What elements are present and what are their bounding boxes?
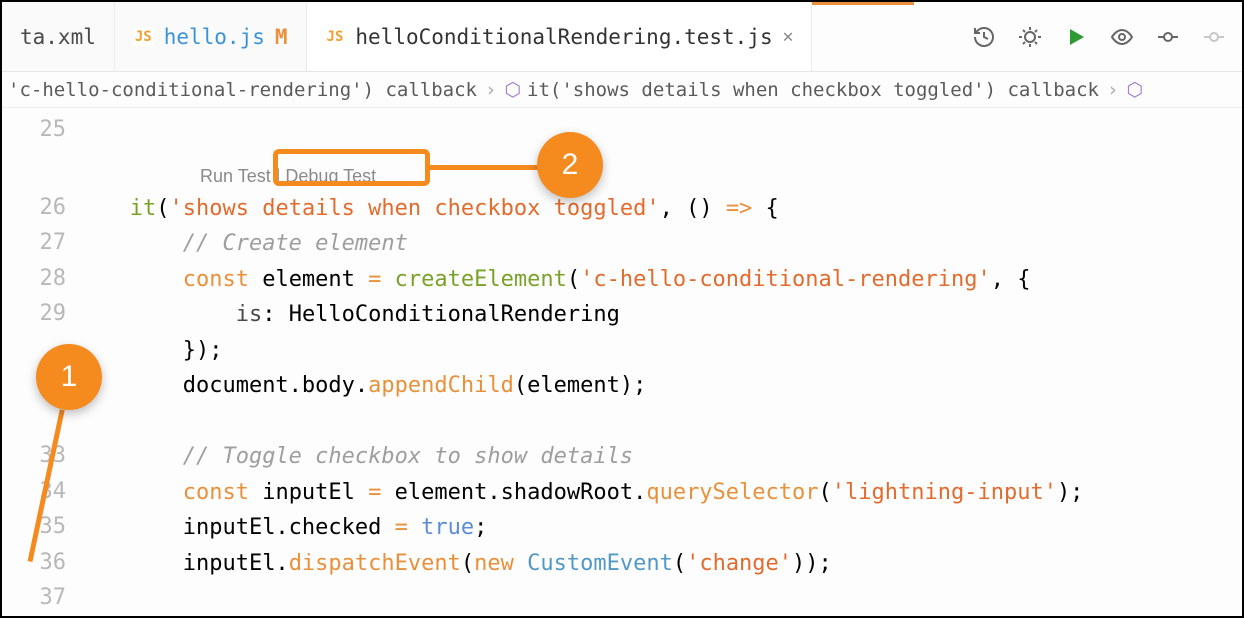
line-number: 29 (2, 296, 90, 332)
line-number: 35 (2, 509, 90, 545)
breadcrumb[interactable]: 'c-hello-conditional-rendering') callbac… (2, 72, 1242, 108)
symbol-icon: ⬡ (504, 79, 521, 101)
line-number: 33 (2, 438, 90, 474)
watch-icon[interactable] (1110, 25, 1134, 49)
modified-badge: M (275, 25, 288, 49)
editor-toolbar (956, 2, 1242, 71)
line-number: 28 (2, 261, 90, 297)
annotation-callout-2: 2 (537, 132, 603, 198)
line-number: 27 (2, 225, 90, 261)
commit-icon[interactable] (1156, 25, 1180, 49)
tab-hello-js[interactable]: JS hello.js M (115, 2, 307, 71)
tab-test-js[interactable]: JS helloConditionalRendering.test.js ✕ (307, 2, 813, 71)
line-number: 37 (2, 580, 90, 616)
editor-tabs: ta.xml JS hello.js M JS helloConditional… (2, 2, 1242, 72)
tab-label: helloConditionalRendering.test.js (355, 25, 772, 49)
js-file-icon: JS (133, 28, 154, 46)
code-editor[interactable]: 25 26 27 28 29 33 34 35 36 37 Run Test |… (2, 108, 1242, 617)
tab-label: hello.js (164, 25, 265, 49)
line-number: 26 (2, 190, 90, 226)
close-icon[interactable]: ✕ (783, 26, 794, 47)
breadcrumb-part[interactable]: 'c-hello-conditional-rendering') callbac… (8, 79, 477, 101)
line-number: 36 (2, 545, 90, 581)
run-test-action[interactable]: Run Test (200, 166, 271, 186)
line-number: 25 (2, 112, 90, 148)
run-icon[interactable] (1064, 25, 1088, 49)
commit-disabled-icon (1202, 25, 1226, 49)
chevron-right-icon: › (1107, 79, 1118, 101)
tab-ta-xml[interactable]: ta.xml (2, 2, 115, 71)
tab-label: ta.xml (20, 25, 96, 49)
debug-icon[interactable] (1018, 25, 1042, 49)
breadcrumb-part[interactable]: it('shows details when checkbox toggled'… (527, 79, 1099, 101)
annotation-connector (430, 165, 540, 170)
js-file-icon: JS (325, 28, 346, 46)
history-icon[interactable] (972, 25, 996, 49)
chevron-right-icon: › (485, 79, 496, 101)
annotation-highlight-box (273, 149, 430, 186)
symbol-icon: ⬡ (1126, 79, 1143, 101)
annotation-callout-1: 1 (36, 344, 102, 410)
